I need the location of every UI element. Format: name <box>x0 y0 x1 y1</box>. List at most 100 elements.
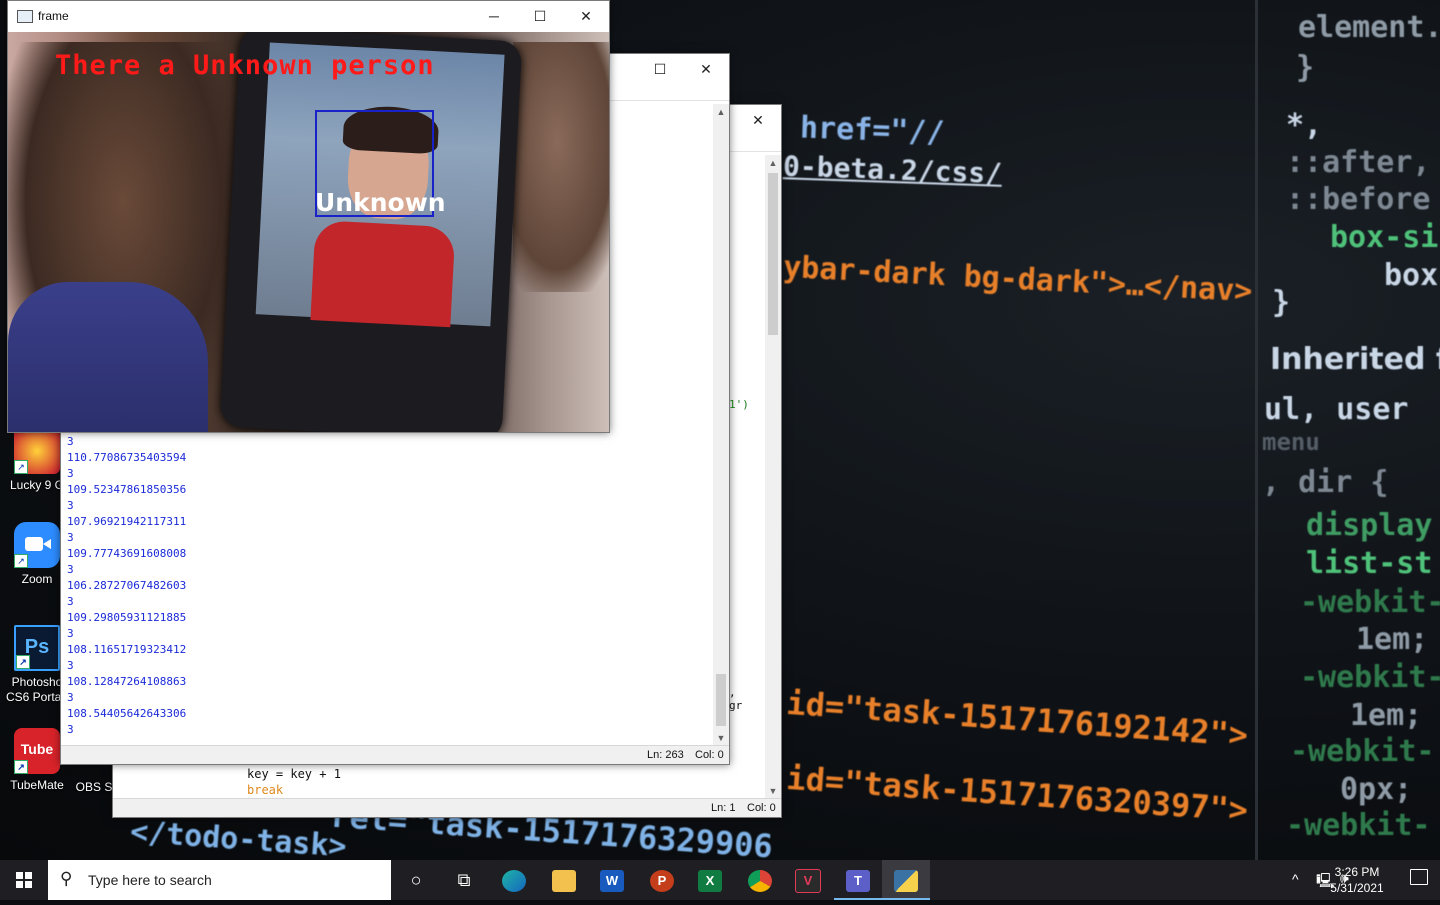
notifications-icon[interactable] <box>1410 869 1428 885</box>
chevron-up-icon[interactable]: ^ <box>1292 871 1299 887</box>
wallpaper-code-line: </todo-task> <box>129 814 348 860</box>
overlay-alert-text: There a Unknown person <box>55 50 435 81</box>
shell-output-line: 106.28727067482603 <box>67 579 187 592</box>
wallpaper-code-line: ::after, <box>1286 145 1431 180</box>
scrollbar-thumb[interactable] <box>768 173 778 335</box>
shell-output-line: 3 <box>67 435 74 448</box>
wallpaper-code-line: list-st <box>1306 546 1433 581</box>
file-explorer-icon[interactable] <box>540 860 588 900</box>
wallpaper-code-line: menu <box>1262 428 1320 456</box>
windows-icon <box>16 872 32 888</box>
frame-window[interactable]: frame ─ ☐ ✕ There a Unknown person Unkno… <box>7 0 610 433</box>
chrome-icon[interactable] <box>736 860 784 900</box>
scroll-up-icon[interactable]: ▲ <box>713 104 729 120</box>
shell-output-line: 108.11651719323412 <box>67 643 187 656</box>
editor-scrollbar[interactable]: ▲ ▼ <box>765 155 781 799</box>
partial-code-text: , gr <box>729 686 743 712</box>
phone-person-shirt <box>310 220 456 328</box>
wallpaper-code-line: -webkit- <box>1300 660 1440 695</box>
wallpaper-code-line: ::before <box>1286 182 1431 217</box>
shell-output-line: 3 <box>67 563 74 576</box>
clock-date: 5/31/2021 <box>1330 881 1384 895</box>
shell-output: 3 110.77086735403594 3 109.52347861850356 3 1… <box>67 434 186 738</box>
clock[interactable]: 3:26 PM 5/31/2021 <box>1322 864 1392 896</box>
wallpaper-code-line: Inherited fr <box>1270 342 1440 377</box>
scroll-down-icon[interactable]: ▼ <box>713 730 729 746</box>
desktop-icon-label: OBS S <box>75 780 113 794</box>
shell-output-line: 3 <box>67 467 74 480</box>
shell-output-line: 3 <box>67 627 74 640</box>
camera-feed: There a Unknown person Unknown <box>8 32 609 432</box>
close-button[interactable]: ✕ <box>735 105 781 135</box>
status-line: Ln: 263 <box>647 749 684 761</box>
wallpaper-code-line: -webkit- <box>1300 585 1440 620</box>
lucky9-icon: ↗ <box>14 428 60 474</box>
shell-output-line: 109.29805931121885 <box>67 611 187 624</box>
word-icon[interactable]: W <box>588 860 636 900</box>
scroll-up-icon[interactable]: ▲ <box>765 155 781 171</box>
shortcut-arrow-icon: ↗ <box>16 655 30 669</box>
taskbar: ⚲ Type here to search ○ ⧉ W P X V T ^ 🖳 … <box>0 860 1440 900</box>
excel-icon[interactable]: X <box>686 860 734 900</box>
camera-hand-right <box>513 42 609 292</box>
shortcut-arrow-icon: ↗ <box>14 460 28 474</box>
wallpaper-code-line: 0px; <box>1340 772 1413 807</box>
code-line: break <box>247 783 284 797</box>
powerpoint-icon[interactable]: P <box>638 860 686 900</box>
start-button[interactable] <box>0 860 48 900</box>
partial-code-text: 1') <box>729 398 749 411</box>
frame-titlebar[interactable]: frame ─ ☐ ✕ <box>8 1 609 31</box>
wallpaper-code-line: ul, user <box>1264 392 1409 427</box>
wallpaper-code-line: element. <box>1298 10 1440 45</box>
maximize-button[interactable]: ☐ <box>637 54 683 84</box>
wallpaper-code-line: } <box>1296 50 1315 85</box>
window-app-icon <box>17 10 33 23</box>
wallpaper-code-line: href="// <box>799 110 946 151</box>
cortana-icon[interactable]: ○ <box>392 860 440 900</box>
shell-scrollbar[interactable]: ▲ ▼ <box>713 104 729 746</box>
camera-phone <box>219 32 523 432</box>
shell-output-line: 3 <box>67 659 74 672</box>
system-tray: ^ 🖳 🕪 3:26 PM 5/31/2021 <box>1240 860 1440 900</box>
wallpaper-code-line: 0-beta.2/css/ <box>782 149 1003 190</box>
shortcut-arrow-icon: ↗ <box>14 554 28 568</box>
wallpaper-code-line: box <box>1384 258 1439 293</box>
teams-icon[interactable]: T <box>834 860 882 900</box>
tubemate-icon: Tube ↗ <box>14 728 60 774</box>
close-button[interactable]: ✕ <box>563 1 609 31</box>
search-icon: ⚲ <box>60 869 73 888</box>
shell-statusbar: Ln: 263 Col: 0 <box>61 745 729 764</box>
clock-time: 3:26 PM <box>1334 865 1380 879</box>
edge-icon[interactable] <box>490 860 538 900</box>
code-line: key = key + 1 <box>247 767 341 781</box>
close-button[interactable]: ✕ <box>683 54 729 84</box>
wallpaper-code-line: -webkit- <box>1286 808 1431 843</box>
wallpaper-code-line: -webkit- <box>1290 734 1435 769</box>
wallpaper-code-line: } <box>1272 285 1291 320</box>
wallpaper-code-line: id="task-1517176192142"> <box>785 683 1250 755</box>
status-col: Col: 0 <box>747 802 776 814</box>
taskbar-search[interactable]: ⚲ Type here to search <box>48 860 391 900</box>
wallpaper-code-line: display <box>1306 508 1433 543</box>
wallpaper-code-line: 1em; <box>1356 622 1429 657</box>
wallpaper-code-line: *, <box>1286 108 1323 143</box>
app-icon[interactable]: V <box>784 860 832 900</box>
maximize-button[interactable]: ☐ <box>517 1 563 31</box>
shell-output-line: 3 <box>67 691 74 704</box>
shell-output-line: 108.54405642643306 <box>67 707 187 720</box>
shell-output-line: 3 <box>67 531 74 544</box>
desktop-icon-label: TubeMate <box>10 778 64 792</box>
python-icon[interactable] <box>882 860 930 900</box>
minimize-button[interactable]: ─ <box>471 1 517 31</box>
scrollbar-thumb[interactable] <box>716 674 726 726</box>
camera-shirt <box>8 282 208 432</box>
editor-statusbar: Ln: 1 Col: 0 <box>113 798 781 817</box>
task-view-icon[interactable]: ⧉ <box>440 860 488 900</box>
shortcut-arrow-icon: ↗ <box>14 760 28 774</box>
zoom-icon: ↗ <box>14 522 60 568</box>
wallpaper-code-line: id="task-1517176320397"> <box>785 758 1250 830</box>
shell-output-line: 110.77086735403594 <box>67 451 187 464</box>
status-line: Ln: 1 <box>711 802 736 814</box>
shell-output-line: 3 <box>67 723 74 736</box>
scroll-down-icon[interactable]: ▼ <box>765 783 781 799</box>
